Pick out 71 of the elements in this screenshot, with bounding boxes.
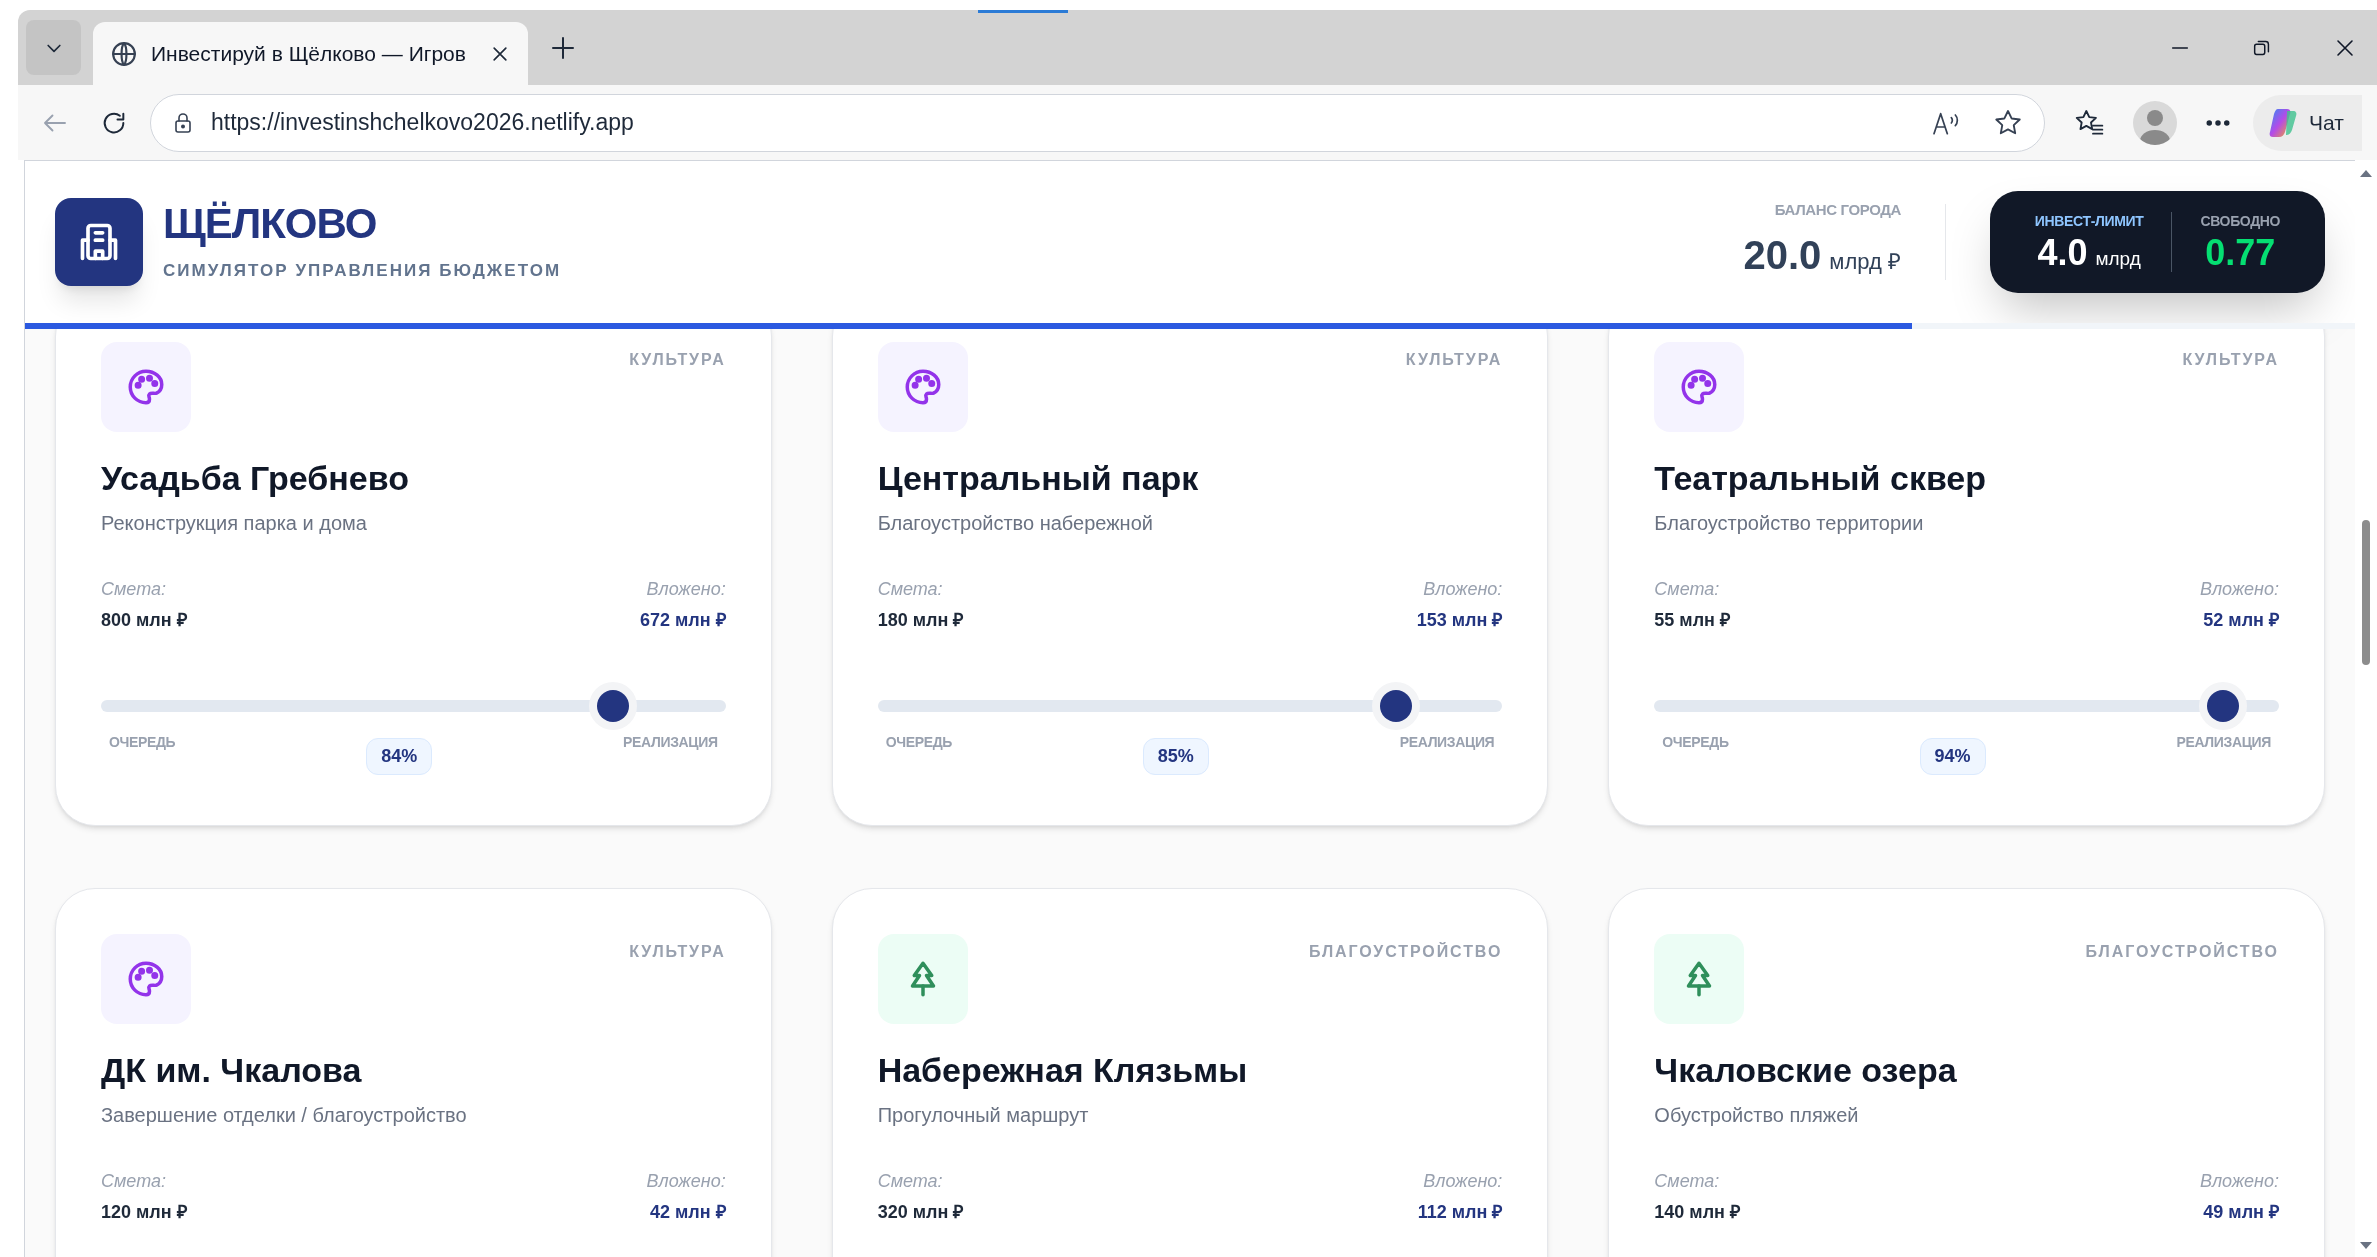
invested-label: Вложено:	[2199, 1170, 2279, 1193]
estimate-value: 120 млн ₽	[101, 1201, 187, 1224]
project-subtitle: Реконструкция парка и дома	[101, 511, 368, 536]
project-subtitle: Благоустройство территории	[1654, 511, 1925, 536]
project-subtitle: Прогулочный маршрут	[877, 1103, 1090, 1128]
slider-min-label: ОЧЕРЕДЬ	[109, 733, 176, 752]
estimate-label: Смета:	[1654, 1170, 1721, 1193]
slider-max-label: РЕАЛИЗАЦИЯ	[623, 733, 718, 752]
scrollbar-thumb[interactable]	[2362, 520, 2370, 665]
balance-unit: млрд ₽	[1829, 248, 1901, 277]
free-label: СВОБОДНО	[2200, 211, 2281, 231]
project-title: Набережная Клязьмы	[877, 1050, 1249, 1091]
slider-max-label: РЕАЛИЗАЦИЯ	[1399, 733, 1495, 752]
app-subtitle: СИМУЛЯТОР УПРАВЛЕНИЯ БЮДЖЕТОМ	[163, 260, 562, 283]
estimate-value: 320 млн ₽	[877, 1201, 964, 1224]
project-title: Театральный сквер	[1654, 458, 1988, 499]
invested-value: 153 млн ₽	[1416, 609, 1503, 632]
scroll-down-icon[interactable]	[2359, 1241, 2373, 1251]
category-label: КУЛЬТУРА	[2182, 350, 2279, 370]
estimate-label: Смета:	[877, 578, 944, 601]
slider-min-label: ОЧЕРЕДЬ	[1662, 733, 1729, 752]
category-label: КУЛЬТУРА	[629, 350, 726, 370]
percent-badge: 84%	[366, 738, 433, 775]
estimate-value: 55 млн ₽	[1654, 609, 1730, 632]
percent-badge: 85%	[1142, 738, 1209, 775]
project-subtitle: Завершение отделки / благоустройство	[101, 1103, 468, 1128]
estimate-value: 180 млн ₽	[877, 609, 964, 632]
slider-max-label: РЕАЛИЗАЦИЯ	[2176, 733, 2271, 752]
project-title: Усадьба Гребнево	[101, 458, 410, 499]
invested-value: 112 млн ₽	[1417, 1201, 1503, 1224]
free-value: 0.77	[2205, 231, 2276, 274]
invested-value: 52 млн ₽	[2203, 609, 2279, 632]
invested-value: 49 млн ₽	[2203, 1201, 2279, 1224]
profile-avatar[interactable]	[2133, 100, 2177, 145]
balance-label: БАЛАНС ГОРОДА	[1774, 199, 1901, 220]
slider-min-label: ОЧЕРЕДЬ	[885, 733, 952, 752]
browser-tab[interactable]: Инвестируй в Щёлково — Игров	[93, 22, 528, 85]
project-subtitle: Благоустройство набережной	[877, 511, 1154, 536]
estimate-label: Смета:	[101, 578, 167, 601]
category-label: КУЛЬТУРА	[629, 942, 726, 962]
invest-limit-value: 4.0	[2037, 231, 2088, 274]
invested-value: 42 млн ₽	[650, 1201, 726, 1224]
project-title: Центральный парк	[877, 458, 1200, 499]
scroll-up-icon[interactable]	[2359, 168, 2373, 178]
chat-button[interactable]: Чат	[2253, 94, 2362, 151]
category-label: БЛАГОУСТРОЙСТВО	[1308, 941, 1503, 962]
percent-badge: 94%	[1919, 738, 1986, 775]
project-title: Чкаловские озера	[1654, 1050, 1958, 1091]
tab-title: Инвестируй в Щёлково — Игров	[151, 40, 467, 67]
category-label: КУЛЬТУРА	[1405, 350, 1503, 370]
invested-label: Вложено:	[646, 578, 726, 601]
invested-value: 672 млн ₽	[640, 609, 726, 632]
estimate-value: 140 млн ₽	[1654, 1201, 1740, 1224]
globe-icon	[111, 40, 137, 67]
url-text: https://investinshchelkovo2026.netlify.app	[211, 108, 635, 138]
category-label: БЛАГОУСТРОЙСТВО	[2085, 941, 2279, 962]
invest-limit-unit: млрд	[2095, 246, 2141, 271]
invested-label: Вложено:	[1423, 1170, 1503, 1193]
estimate-label: Смета:	[877, 1170, 944, 1193]
address-bar[interactable]: https://investinshchelkovo2026.netlify.app	[150, 93, 2045, 152]
invested-label: Вложено:	[646, 1170, 726, 1193]
balance-value: 20.0	[1743, 232, 1822, 280]
invested-label: Вложено:	[1423, 578, 1503, 601]
project-title: ДК им. Чкалова	[101, 1050, 363, 1091]
estimate-label: Смета:	[1654, 578, 1721, 601]
invest-limit-label: ИНВЕСТ-ЛИМИТ	[2034, 211, 2144, 231]
project-subtitle: Обустройство пляжей	[1654, 1103, 1860, 1128]
estimate-label: Смета:	[101, 1170, 167, 1193]
estimate-value: 800 млн ₽	[101, 609, 187, 632]
invested-label: Вложено:	[2199, 578, 2279, 601]
app-title: ЩЁЛКОВО	[163, 200, 378, 249]
